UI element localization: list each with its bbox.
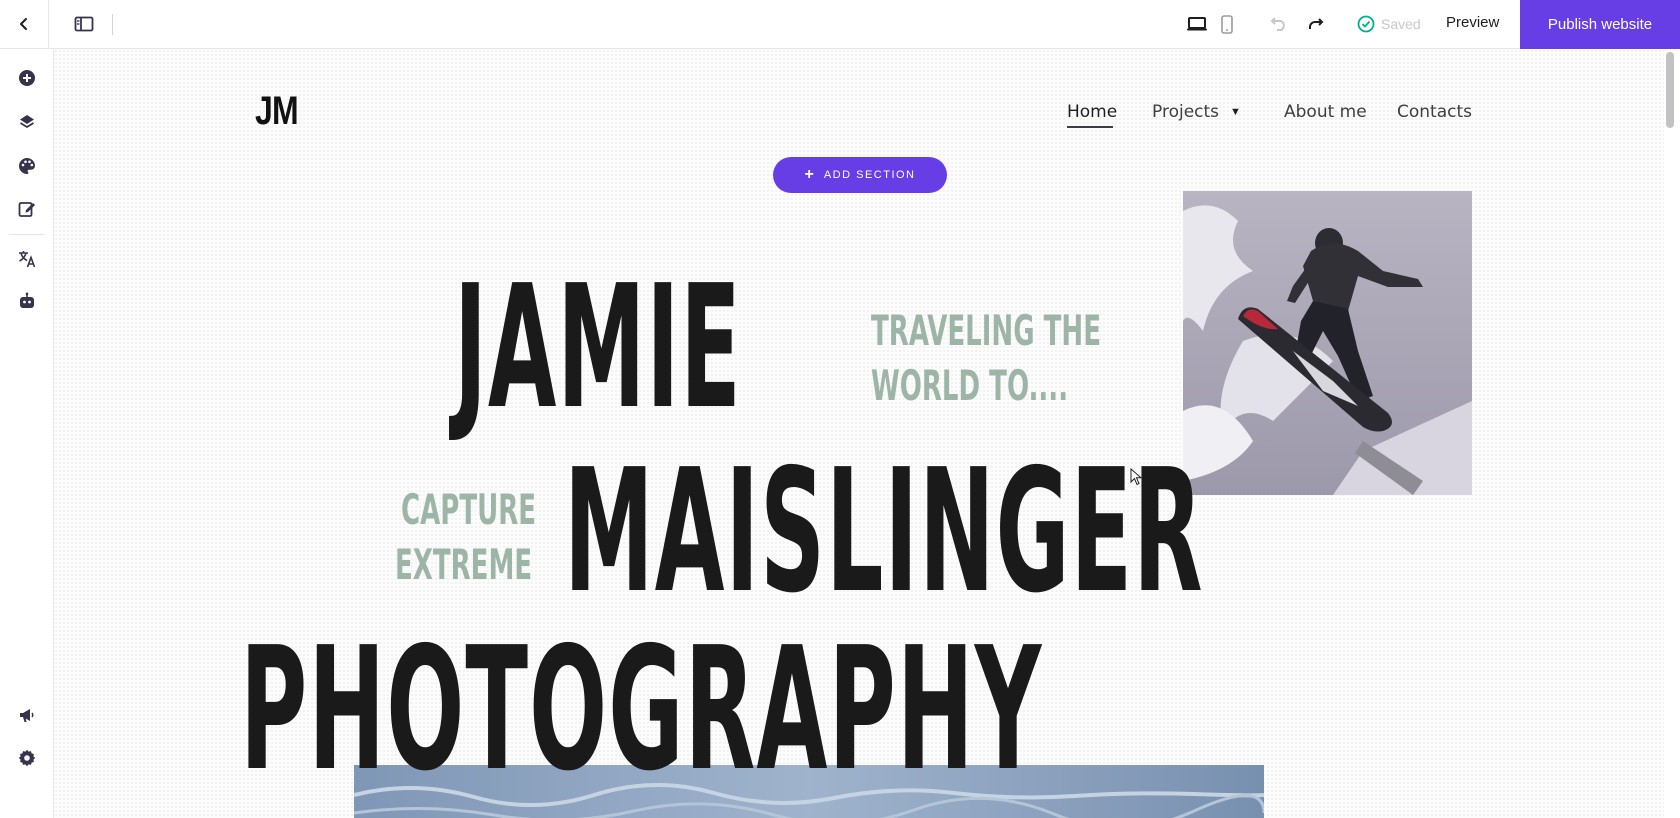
add-element-button[interactable] <box>16 67 38 89</box>
page-settings-button[interactable] <box>16 198 38 220</box>
desktop-icon <box>1187 17 1207 31</box>
nav-home-underline <box>1067 126 1113 128</box>
tagline-right-line-2[interactable]: WORLD TO.... <box>871 365 1068 407</box>
preview-button[interactable]: Preview <box>1446 14 1499 31</box>
editor-canvas[interactable]: JM Home Projects ▼ About me Contacts + A… <box>54 49 1664 818</box>
mobile-view-button[interactable] <box>1216 12 1238 36</box>
add-element-icon <box>19 70 35 86</box>
layers-button[interactable] <box>16 111 38 133</box>
chevron-left-icon <box>20 18 27 30</box>
settings-button[interactable] <box>16 747 38 769</box>
add-section-label: ADD SECTION <box>823 169 916 181</box>
palette-icon <box>19 158 35 174</box>
saved-status: Saved <box>1357 14 1421 34</box>
check-circle-icon <box>1357 15 1375 33</box>
nav-projects[interactable]: Projects <box>1152 102 1219 122</box>
mouse-cursor-icon <box>1130 468 1142 486</box>
undo-icon <box>1270 17 1285 31</box>
layers-icon <box>20 115 34 129</box>
tagline-left-line-2[interactable]: EXTREME <box>395 544 532 586</box>
tagline-right-line-1[interactable]: TRAVELING THE <box>871 310 1101 352</box>
toolbar-divider <box>112 14 113 35</box>
toggle-sidebar-button[interactable] <box>70 12 98 36</box>
saved-label: Saved <box>1381 16 1421 32</box>
nav-home[interactable]: Home <box>1067 102 1117 122</box>
add-section-button[interactable]: + ADD SECTION <box>773 157 947 193</box>
announcement-icon <box>20 709 34 722</box>
redo-icon <box>1309 18 1324 29</box>
nav-about-me[interactable]: About me <box>1284 102 1367 122</box>
sidebar-panel-icon <box>74 16 94 32</box>
plus-icon: + <box>804 166 814 183</box>
canvas-scrollbar[interactable] <box>1666 52 1674 128</box>
translate-icon <box>19 251 36 268</box>
tagline-left-line-1[interactable]: CAPTURE <box>401 489 536 531</box>
ai-assistant-icon <box>20 292 34 308</box>
hero-title-line-1[interactable]: JAMIE <box>454 263 742 433</box>
hero-title-line-3[interactable]: PHOTOGRAPHY <box>240 625 1042 795</box>
redo-button[interactable] <box>1302 12 1330 36</box>
top-toolbar: Saved Preview Publish website <box>0 0 1680 49</box>
styles-button[interactable] <box>16 155 38 177</box>
edit-page-icon <box>18 202 35 217</box>
settings-icon <box>18 749 36 767</box>
sidebar-divider <box>9 234 45 235</box>
undo-button[interactable] <box>1265 12 1293 36</box>
publish-website-button[interactable]: Publish website <box>1520 0 1680 49</box>
desktop-view-button[interactable] <box>1183 12 1211 36</box>
left-sidebar <box>0 49 54 818</box>
back-button[interactable] <box>0 0 49 48</box>
nav-contacts[interactable]: Contacts <box>1397 102 1472 122</box>
chevron-down-icon[interactable]: ▼ <box>1230 106 1241 118</box>
hero-title-line-2[interactable]: MAISLINGER <box>564 447 1204 617</box>
translate-button[interactable] <box>16 248 38 270</box>
mobile-icon <box>1221 14 1233 34</box>
site-logo[interactable]: JM <box>255 89 299 134</box>
announcements-button[interactable] <box>16 704 38 726</box>
hero-snowboarder-image[interactable] <box>1183 191 1472 495</box>
ai-assistant-button[interactable] <box>16 290 38 312</box>
